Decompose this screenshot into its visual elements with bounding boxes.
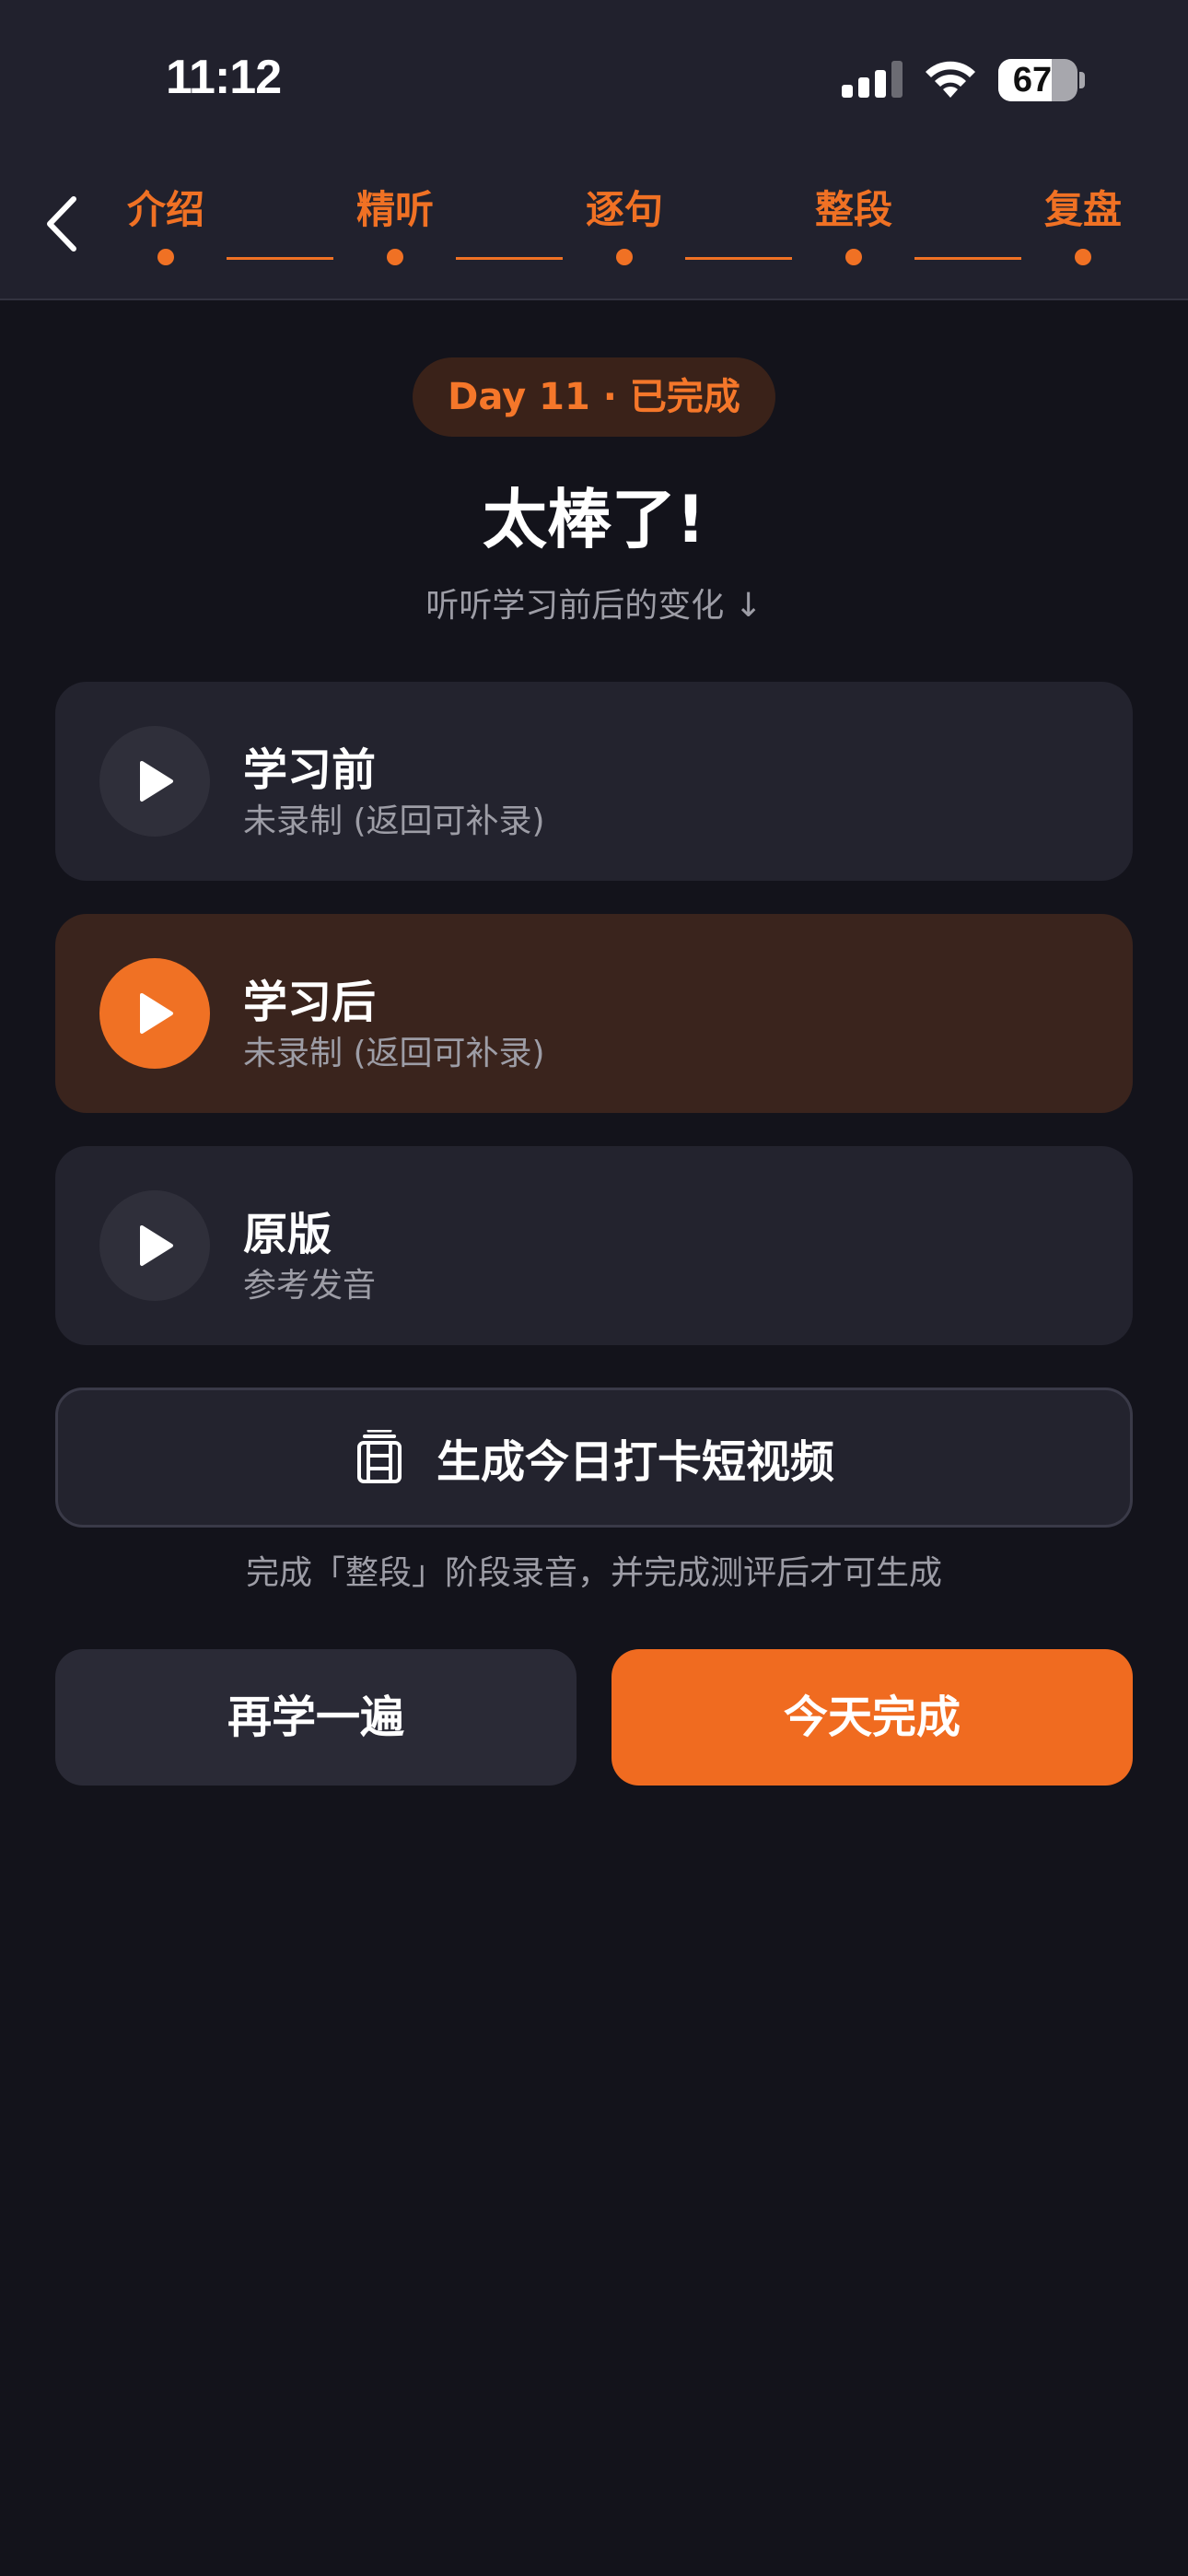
step-dot: [157, 249, 174, 265]
recording-card-original[interactable]: 原版 参考发音: [55, 1146, 1133, 1345]
finish-today-button[interactable]: 今天完成: [611, 1649, 1133, 1786]
recording-status: 未录制 (返回可补录): [243, 802, 545, 840]
study-again-button[interactable]: 再学一遍: [55, 1649, 577, 1786]
recording-title: 原版: [243, 1209, 332, 1260]
step-dot: [387, 249, 403, 265]
step-dot: [616, 249, 633, 265]
recording-card-before[interactable]: 学习前 未录制 (返回可补录): [55, 682, 1133, 881]
step-listen[interactable]: 精听: [340, 182, 450, 265]
page-title: 太棒了!: [483, 482, 705, 557]
recording-card-after[interactable]: 学习后 未录制 (返回可补录): [55, 914, 1133, 1113]
step-intro[interactable]: 介绍: [111, 182, 221, 265]
step-label: 精听: [355, 187, 434, 232]
status-time: 11:12: [166, 51, 282, 104]
step-connector: [227, 257, 333, 260]
step-sentence[interactable]: 逐句: [569, 182, 680, 265]
step-connector: [685, 257, 792, 260]
recording-title: 学习前: [243, 744, 377, 796]
film-icon: [356, 1430, 402, 1483]
play-button[interactable]: [99, 1190, 210, 1301]
battery-level: 67: [1012, 61, 1053, 100]
step-connector: [456, 257, 563, 260]
play-icon: [140, 761, 173, 802]
step-label: 介绍: [126, 187, 204, 232]
signal-icon: [842, 61, 903, 98]
progress-steps: 介绍 精听 逐句 整段 复盘: [0, 182, 1188, 275]
page: 11:12 67 介绍 精听 逐句 整段 复盘 Day 11 · 已完成 太棒了…: [0, 0, 1188, 2576]
play-icon: [140, 993, 173, 1034]
day-status-badge: Day 11 · 已完成: [413, 357, 775, 437]
step-label: 复盘: [1043, 187, 1122, 232]
step-review[interactable]: 复盘: [1028, 182, 1138, 265]
recording-title: 学习后: [243, 977, 377, 1028]
step-dot: [845, 249, 862, 265]
step-dot: [1075, 249, 1091, 265]
step-connector: [914, 257, 1021, 260]
generate-video-label: 生成今日打卡短视频: [436, 1436, 834, 1488]
battery-tip: [1079, 72, 1085, 88]
page-subtitle: 听听学习前后的变化 ↓: [425, 587, 763, 625]
play-button[interactable]: [99, 726, 210, 837]
generate-video-button[interactable]: 生成今日打卡短视频: [55, 1388, 1133, 1528]
header: 11:12 67 介绍 精听 逐句 整段 复盘: [0, 0, 1188, 300]
battery-icon: 67: [998, 59, 1077, 101]
step-paragraph[interactable]: 整段: [798, 182, 909, 265]
step-label: 整段: [814, 187, 892, 232]
play-icon: [140, 1225, 173, 1266]
step-label: 逐句: [585, 187, 663, 232]
recording-status: 参考发音: [243, 1267, 377, 1305]
wifi-icon: [926, 61, 975, 98]
recording-status: 未录制 (返回可补录): [243, 1035, 545, 1072]
play-button[interactable]: [99, 958, 210, 1069]
generate-video-hint: 完成「整段」阶段录音，并完成测评后才可生成: [245, 1554, 942, 1592]
